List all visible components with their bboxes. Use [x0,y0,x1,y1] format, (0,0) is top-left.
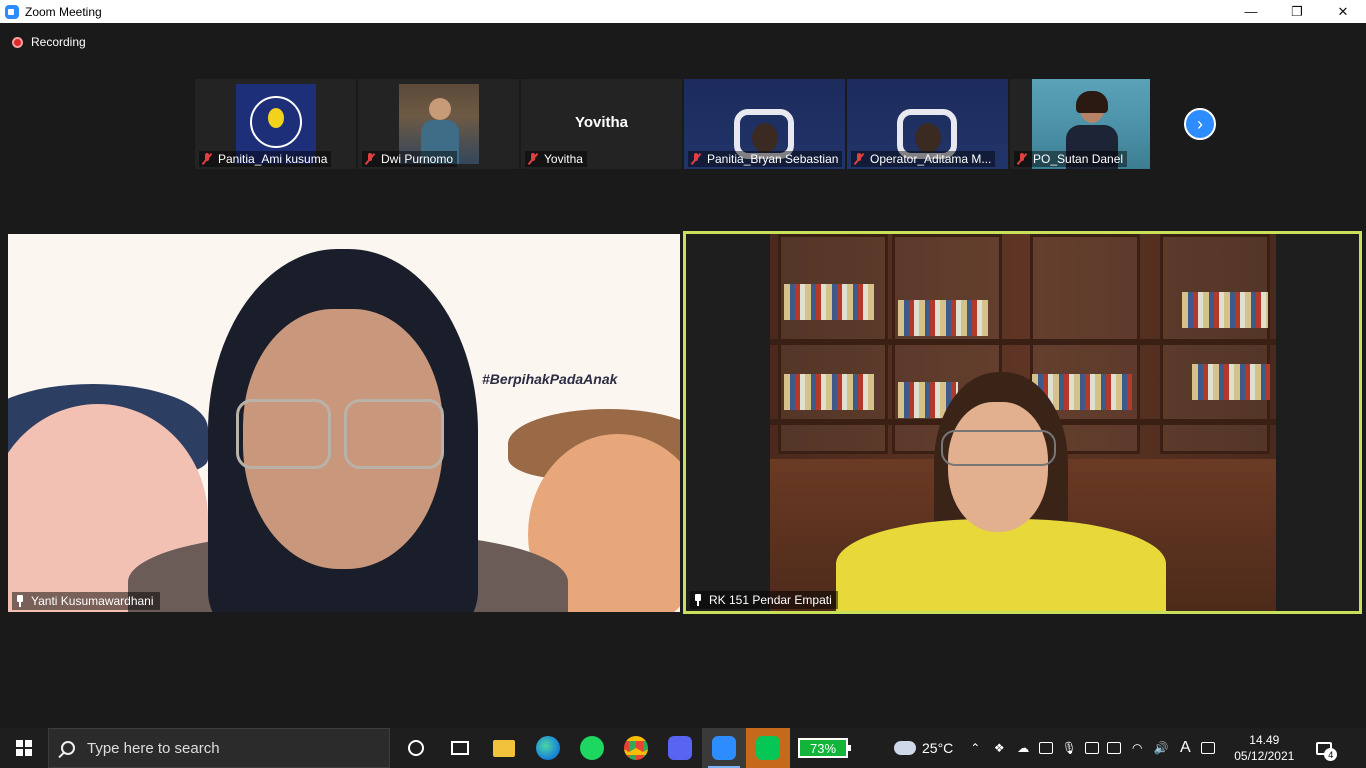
participant-namebar: Dwi Purnomo [362,151,458,167]
chevron-up-icon[interactable]: ⌃ [967,740,983,756]
line-icon [756,736,780,760]
start-button[interactable] [0,728,48,768]
participant-thumbnail[interactable]: Panitia_Bryan Sebastian [684,79,845,169]
chevron-right-icon: › [1197,113,1203,134]
windows-taskbar: Type here to search 73% 25°C ⌃ ❖ ☁ 🎙 ◠ 🔊… [0,728,1366,768]
taskbar-apps [394,728,790,768]
participant-namebar: PO_Sutan Danel [1014,151,1128,167]
zoom-taskbar-button[interactable] [702,728,746,768]
participant-thumbnail-strip: Panitia_Ami kusuma Dwi Purnomo Yovitha Y… [195,79,1150,169]
participant-namebar: Operator_Aditama M... [851,151,996,167]
background-hashtag: #BerpihakPadaAnak [482,371,618,387]
participant-thumbnail[interactable]: PO_Sutan Danel [1010,79,1150,169]
main-video-left[interactable]: #BerpihakPadaAnak Yanti Kusumawardhani [8,234,680,612]
battery-indicator[interactable]: 73% [798,738,851,758]
cortana-icon [408,740,424,756]
pin-icon [15,595,25,607]
dropbox-icon[interactable]: ❖ [991,740,1007,756]
participant-namebar: Panitia_Ami kusuma [199,151,332,167]
zoom-icon [712,736,736,760]
participant-thumbnail[interactable]: Operator_Aditama M... [847,79,1008,169]
window-controls: — ❐ ✕ [1228,0,1366,23]
notification-center-button[interactable]: 4 [1309,728,1339,768]
clock-date: 05/12/2021 [1234,749,1295,763]
weather-widget[interactable]: 25°C [894,740,953,756]
record-icon [12,36,23,48]
task-view-icon [451,741,469,755]
volume-icon[interactable]: 🔊 [1153,740,1169,756]
cortana-button[interactable] [394,728,438,768]
taskbar-search-box[interactable]: Type here to search [48,728,390,768]
speaker-face [948,402,1048,532]
search-placeholder: Type here to search [87,739,220,757]
chrome-icon [624,736,648,760]
windows-logo-icon [16,740,32,756]
taskbar-clock[interactable]: 14.49 05/12/2021 [1229,732,1299,764]
mic-muted-icon [1016,153,1028,165]
folder-icon [493,739,515,757]
file-explorer-button[interactable] [482,728,526,768]
participant-name: Yovitha [544,152,583,166]
temperature: 25°C [922,740,954,756]
mic-muted-icon [690,153,702,165]
line-button[interactable] [746,728,790,768]
battery-tray-icon[interactable] [1107,742,1122,754]
participant-thumbnail[interactable]: Yovitha Yovitha [521,79,682,169]
pin-icon [693,594,703,606]
video-participant-name: Yanti Kusumawardhani [31,594,154,608]
mic-muted-icon [527,153,539,165]
edge-button[interactable] [526,728,570,768]
cloud-rain-icon [894,741,916,755]
meet-now-icon[interactable] [1039,742,1054,754]
minimize-button[interactable]: — [1228,0,1274,23]
mic-muted-icon [364,153,376,165]
participant-name: Operator_Aditama M... [870,152,992,166]
participant-thumbnail[interactable]: Panitia_Ami kusuma [195,79,356,169]
edge-icon [536,736,560,760]
search-icon [61,741,75,755]
display-icon[interactable] [1085,742,1100,754]
chrome-button[interactable] [614,728,658,768]
video-namebar: RK 151 Pendar Empati [690,591,838,609]
task-view-button[interactable] [438,728,482,768]
video-participant-name: RK 151 Pendar Empati [709,593,832,607]
window-titlebar: Zoom Meeting — ❐ ✕ [0,0,1366,23]
main-video-right-active-speaker[interactable]: RK 151 Pendar Empati [683,231,1362,614]
spotify-icon [580,736,604,760]
participant-display-name: Yovitha [574,114,629,131]
thumbnail-next-button[interactable]: › [1184,108,1216,140]
mic-muted-icon [201,153,213,165]
participant-name: Dwi Purnomo [381,152,454,166]
spotify-button[interactable] [570,728,614,768]
action-icon[interactable] [1201,742,1216,754]
recording-indicator[interactable]: Recording [12,35,86,49]
clock-time: 14.49 [1249,733,1280,747]
video-namebar: Yanti Kusumawardhani [12,592,160,610]
system-tray: ⌃ ❖ ☁ 🎙 ◠ 🔊 A [967,739,1216,756]
participant-thumbnail[interactable]: Dwi Purnomo [358,79,519,169]
participant-name: Panitia_Bryan Sebastian [707,152,839,166]
restore-button[interactable]: ❐ [1274,0,1320,23]
recording-label: Recording [31,35,86,49]
participant-name: Panitia_Ami kusuma [218,152,328,166]
participant-namebar: Panitia_Bryan Sebastian [688,151,843,167]
window-title: Zoom Meeting [25,4,102,19]
notification-count: 4 [1324,748,1338,761]
wifi-icon[interactable]: ◠ [1129,740,1145,756]
onedrive-icon[interactable]: ☁ [1015,740,1031,756]
participant-name: PO_Sutan Danel [1033,152,1124,166]
mic-muted-icon [853,153,865,165]
microphone-icon[interactable]: 🎙 [1061,740,1077,756]
ime-indicator[interactable]: A [1177,739,1193,756]
discord-button[interactable] [658,728,702,768]
participant-namebar: Yovitha [525,151,587,167]
discord-icon [668,736,692,760]
close-button[interactable]: ✕ [1320,0,1366,23]
zoom-app-icon [5,4,19,19]
